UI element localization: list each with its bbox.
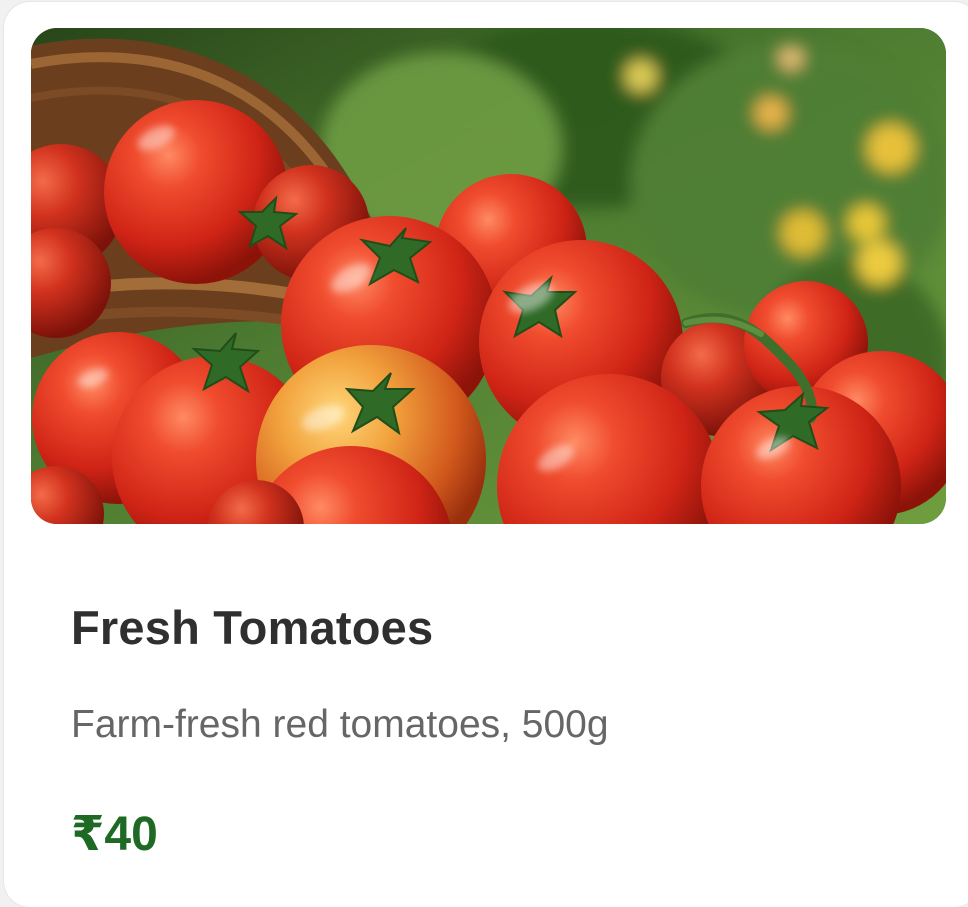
product-title: Fresh Tomatoes bbox=[71, 601, 434, 654]
product-image bbox=[31, 28, 946, 524]
product-description: Farm-fresh red tomatoes, 500g bbox=[71, 703, 609, 746]
tomatoes-image bbox=[31, 28, 946, 524]
product-card[interactable]: Fresh Tomatoes Farm-fresh red tomatoes, … bbox=[4, 2, 968, 907]
product-price: ₹40 bbox=[71, 808, 158, 861]
